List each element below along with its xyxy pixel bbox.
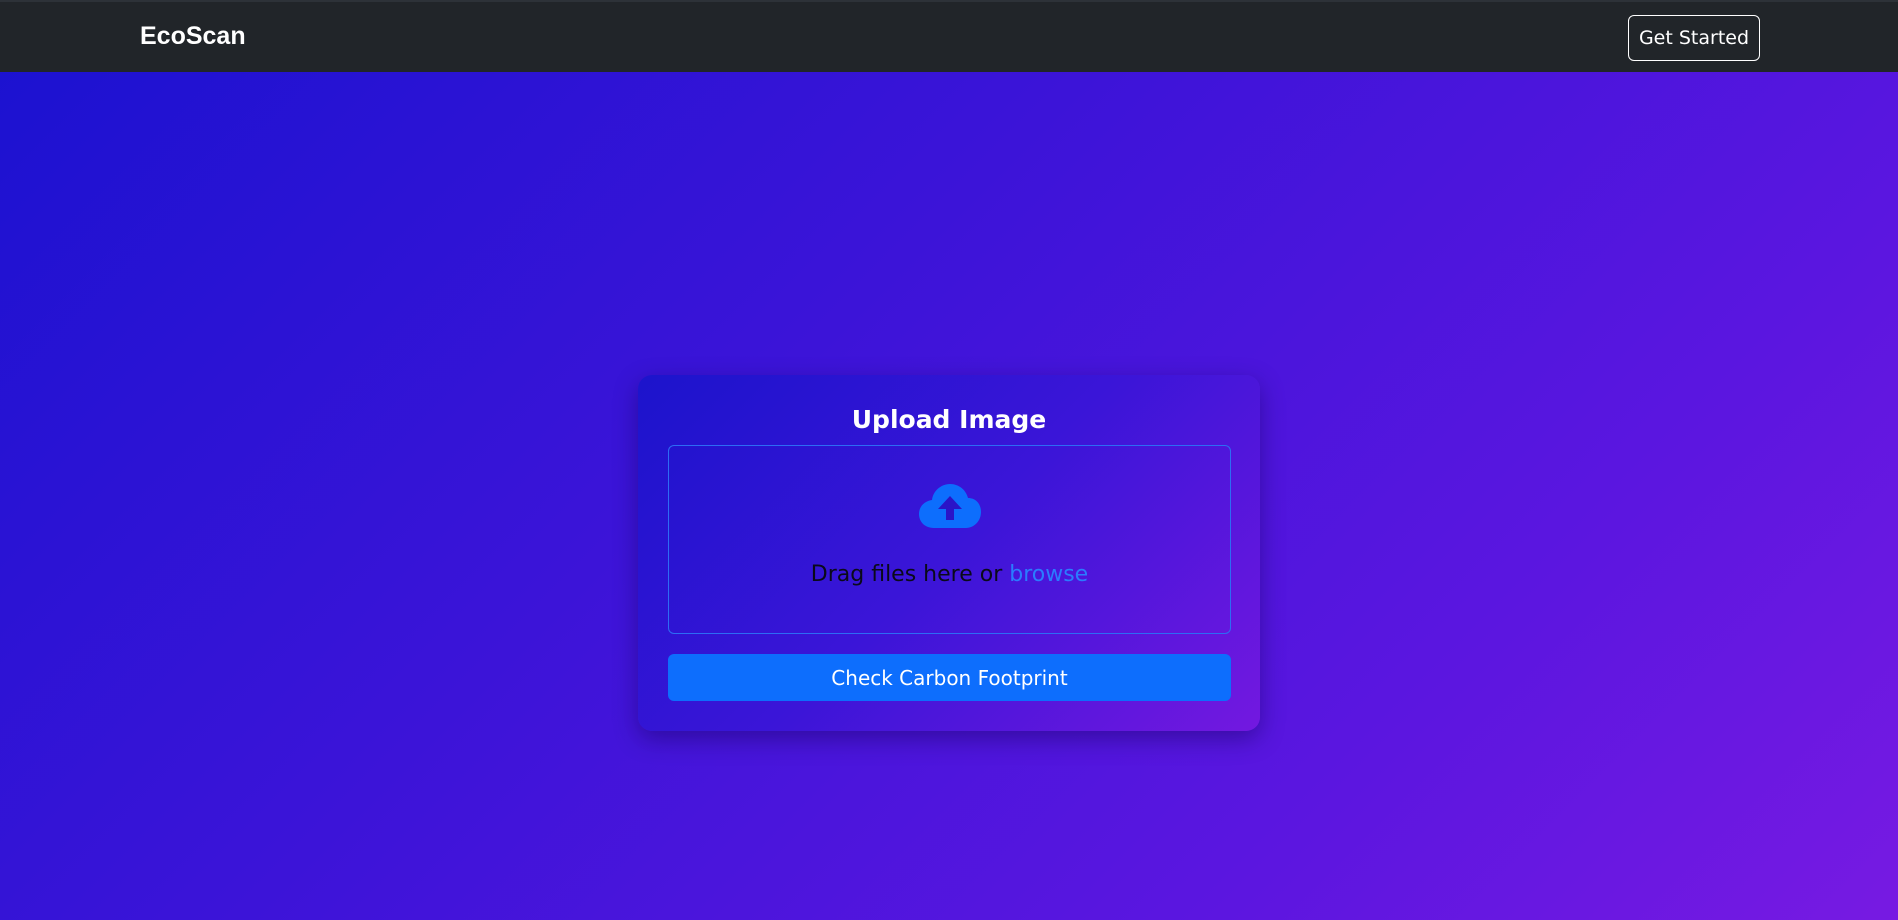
upload-card-title: Upload Image <box>851 405 1047 434</box>
dropzone-text: Drag files here or browse <box>669 562 1230 587</box>
navbar: EcoScan Get Started <box>0 0 1898 72</box>
check-carbon-footprint-button[interactable]: Check Carbon Footprint <box>668 654 1231 701</box>
brand-logo[interactable]: EcoScan <box>140 22 246 51</box>
file-dropzone[interactable]: Drag files here or browse <box>668 445 1231 634</box>
get-started-button[interactable]: Get Started <box>1628 15 1760 61</box>
dropzone-instruction: Drag files here or <box>810 562 1010 587</box>
browse-link[interactable]: browse <box>1009 562 1088 587</box>
upload-card: Upload Image Drag files here or browse C… <box>638 375 1260 731</box>
cloud-upload-icon <box>919 484 981 528</box>
